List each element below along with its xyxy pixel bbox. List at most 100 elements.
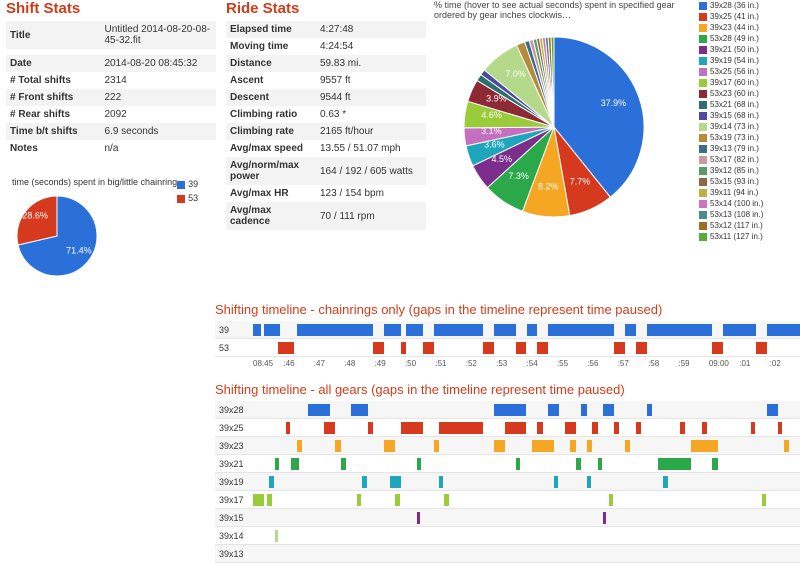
timeline-bar[interactable] xyxy=(324,422,335,434)
timeline-bar[interactable] xyxy=(636,342,647,354)
timeline-bar[interactable] xyxy=(647,404,652,416)
timeline-bar[interactable] xyxy=(767,404,778,416)
timeline-bar[interactable] xyxy=(778,422,782,434)
timeline-bar[interactable] xyxy=(570,440,575,452)
timeline-bar[interactable] xyxy=(269,476,273,488)
timeline-allgears-title: Shifting timeline - all gears (gaps in t… xyxy=(215,382,800,397)
table-row: Ascent9557 ft xyxy=(226,72,426,89)
timeline-bar[interactable] xyxy=(401,342,406,354)
timeline-bar[interactable] xyxy=(297,440,302,452)
timeline-bar[interactable] xyxy=(483,342,494,354)
timeline-bar[interactable] xyxy=(406,324,422,336)
timeline-bar[interactable] xyxy=(691,440,718,452)
timeline-bar[interactable] xyxy=(341,458,346,470)
timeline-bar[interactable] xyxy=(308,404,330,416)
timeline-bar[interactable] xyxy=(532,440,554,452)
timeline-bar[interactable] xyxy=(625,324,636,336)
timeline-bar[interactable] xyxy=(784,440,789,452)
timeline-bar[interactable] xyxy=(434,440,439,452)
timeline-bar[interactable] xyxy=(357,494,361,506)
timeline-bar[interactable] xyxy=(614,422,619,434)
timeline-bar[interactable] xyxy=(297,324,374,336)
timeline-bar[interactable] xyxy=(603,512,606,524)
timeline-bar[interactable] xyxy=(494,324,516,336)
timeline-bar[interactable] xyxy=(362,476,366,488)
timeline-bar[interactable] xyxy=(384,440,395,452)
timeline-bar[interactable] xyxy=(423,342,434,354)
timeline-bar[interactable] xyxy=(253,324,261,336)
timeline-bar[interactable] xyxy=(439,422,483,434)
timeline-bar[interactable] xyxy=(762,494,766,506)
timeline-bar[interactable] xyxy=(527,324,538,336)
timeline-bar[interactable] xyxy=(417,458,421,470)
timeline-bar[interactable] xyxy=(335,440,340,452)
timeline-chainrings[interactable]: 3953 xyxy=(215,321,800,357)
timeline-bar[interactable] xyxy=(351,404,367,416)
timeline-bar[interactable] xyxy=(275,458,279,470)
timeline-bar[interactable] xyxy=(592,422,597,434)
timeline-bar[interactable] xyxy=(767,324,800,336)
timeline-bar[interactable] xyxy=(587,476,591,488)
shift-stats-table: TitleUntitled 2014-08-20-08-45-32.fitDat… xyxy=(6,21,216,157)
timeline-row: 39x19 xyxy=(215,473,800,491)
svg-text:37.9%: 37.9% xyxy=(601,98,627,108)
timeline-bar[interactable] xyxy=(494,440,505,452)
timeline-row: 39x14 xyxy=(215,527,800,545)
timeline-bar[interactable] xyxy=(554,476,558,488)
timeline-bar[interactable] xyxy=(702,422,707,434)
timeline-bar[interactable] xyxy=(614,342,625,354)
timeline-bar[interactable] xyxy=(444,494,448,506)
timeline-row: 39x17 xyxy=(215,491,800,509)
timeline-bar[interactable] xyxy=(680,422,685,434)
timeline-bar[interactable] xyxy=(636,422,641,434)
table-row: Descent9544 ft xyxy=(226,89,426,106)
timeline-bar[interactable] xyxy=(609,494,613,506)
timeline-bar[interactable] xyxy=(368,422,373,434)
timeline-bar[interactable] xyxy=(395,494,399,506)
timeline-allgears[interactable]: 39x2839x2539x2339x2139x1939x1739x1539x14… xyxy=(215,401,800,563)
timeline-bar[interactable] xyxy=(548,324,614,336)
svg-text:28.6%: 28.6% xyxy=(22,211,48,221)
timeline-bar[interactable] xyxy=(275,530,278,542)
timeline-bar[interactable] xyxy=(417,512,420,524)
chainring-pie-chart[interactable]: 71.4%28.6% xyxy=(12,191,102,281)
timeline-bar[interactable] xyxy=(548,404,559,416)
timeline-bar[interactable] xyxy=(390,476,401,488)
timeline-bar[interactable] xyxy=(603,404,614,416)
timeline-bar[interactable] xyxy=(434,324,483,336)
timeline-bar[interactable] xyxy=(581,404,586,416)
timeline-bar[interactable] xyxy=(751,422,755,434)
timeline-bar[interactable] xyxy=(505,422,527,434)
timeline-bar[interactable] xyxy=(756,342,767,354)
timeline-bar[interactable] xyxy=(625,440,630,452)
table-row: Notesn/a xyxy=(6,140,216,157)
timeline-bar[interactable] xyxy=(384,324,400,336)
timeline-bar[interactable] xyxy=(278,342,294,354)
timeline-bar[interactable] xyxy=(565,422,576,434)
ride-stats-heading: Ride Stats xyxy=(226,0,426,17)
timeline-bar[interactable] xyxy=(401,422,423,434)
timeline-bar[interactable] xyxy=(647,324,713,336)
timeline-bar[interactable] xyxy=(516,458,520,470)
timeline-bar[interactable] xyxy=(658,458,691,470)
timeline-bar[interactable] xyxy=(494,404,527,416)
timeline-bar[interactable] xyxy=(373,342,384,354)
timeline-bar[interactable] xyxy=(253,494,264,506)
gear-pie-chart[interactable]: 37.9%7.7%8.2%7.3%4.5%3.6%3.1%4.6%3.9%7.0… xyxy=(434,22,674,222)
timeline-bar[interactable] xyxy=(712,342,723,354)
timeline-bar[interactable] xyxy=(537,422,542,434)
timeline-bar[interactable] xyxy=(598,458,602,470)
timeline-bar[interactable] xyxy=(576,458,581,470)
ride-stats-table: Elapsed time4:27:48Moving time4:24:54Dis… xyxy=(226,21,426,230)
timeline-bar[interactable] xyxy=(712,458,717,470)
timeline-bar[interactable] xyxy=(663,476,667,488)
timeline-bar[interactable] xyxy=(516,342,527,354)
timeline-bar[interactable] xyxy=(286,422,290,434)
timeline-bar[interactable] xyxy=(723,324,756,336)
timeline-bar[interactable] xyxy=(537,342,548,354)
timeline-bar[interactable] xyxy=(274,324,278,336)
timeline-bar[interactable] xyxy=(587,440,592,452)
timeline-bar[interactable] xyxy=(267,494,272,506)
timeline-bar[interactable] xyxy=(439,476,443,488)
timeline-bar[interactable] xyxy=(291,458,299,470)
